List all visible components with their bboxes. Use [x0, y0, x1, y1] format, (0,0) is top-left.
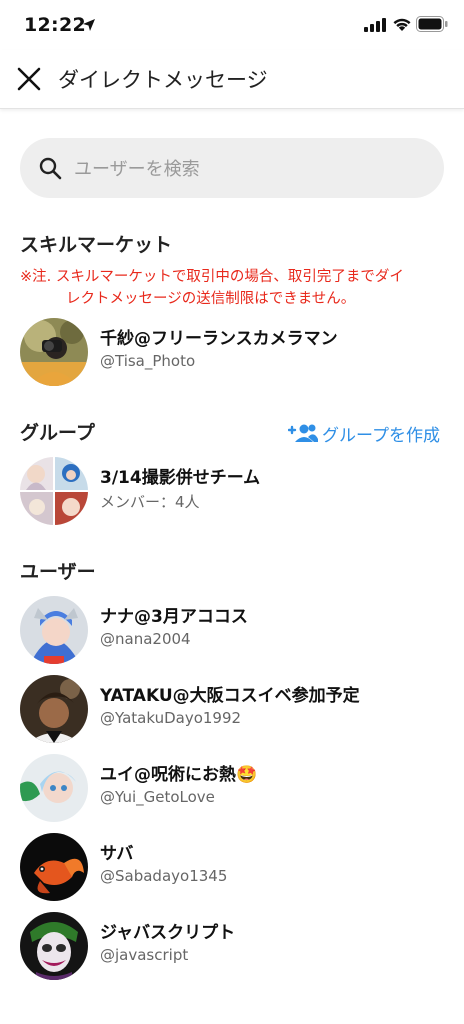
- notice-line-2: レクトメッセージの送信制限はできません。: [66, 291, 356, 307]
- page-title: ダイレクトメッセージ: [58, 68, 268, 92]
- user-name: ユイ@呪術にお熱🤩: [100, 765, 258, 785]
- user-item[interactable]: ユイ@呪術にお熱🤩 @Yui_GetoLove: [0, 750, 464, 828]
- header: ダイレクトメッセージ: [0, 50, 464, 109]
- user-item[interactable]: YATAKU@大阪コスイベ参加予定 @YatakuDayo1992: [0, 671, 464, 749]
- user-handle: @javascript: [100, 946, 189, 964]
- user-item[interactable]: サバ @Sabadayo1345: [0, 829, 464, 907]
- contact-name: 千紗@フリーランスカメラマン: [100, 329, 338, 349]
- close-icon[interactable]: [14, 64, 44, 94]
- avatar: [20, 318, 88, 386]
- group-name: 3/14撮影併せチーム: [100, 468, 261, 488]
- search-icon: [39, 157, 62, 180]
- wifi-icon: [393, 18, 411, 31]
- avatar: [20, 754, 88, 822]
- status-time: 12:22: [24, 14, 86, 36]
- battery-icon: [416, 16, 448, 32]
- add-group-icon: [288, 424, 318, 442]
- cellular-signal-icon: [364, 18, 386, 32]
- avatar: [20, 912, 88, 980]
- group-item[interactable]: 3/14撮影併せチーム メンバー：4人: [0, 453, 464, 531]
- create-group-button[interactable]: グループを作成: [288, 420, 440, 446]
- notice-line-1: ※注. スキルマーケットで取引中の場合、取引完了までダイ: [20, 269, 404, 285]
- avatar: [20, 675, 88, 743]
- user-name: YATAKU@大阪コスイベ参加予定: [100, 686, 360, 706]
- contact-handle: @Tisa_Photo: [100, 352, 196, 370]
- user-item[interactable]: ナナ@3月アココス @nana2004: [0, 592, 464, 670]
- group-avatar: [20, 457, 88, 525]
- user-handle: @Sabadayo1345: [100, 867, 228, 885]
- user-handle: @YatakuDayo1992: [100, 709, 242, 727]
- contact-item-skill-market[interactable]: 千紗@フリーランスカメラマン @Tisa_Photo: [0, 314, 464, 392]
- create-group-label: グループを作成: [322, 425, 440, 446]
- search-input[interactable]: [72, 150, 436, 188]
- skill-market-notice: ※注. スキルマーケットで取引中の場合、取引完了までダイ レクトメッセージの送信…: [20, 266, 450, 310]
- section-title-users: ユーザー: [20, 561, 96, 583]
- user-handle: @nana2004: [100, 630, 191, 648]
- avatar: [20, 833, 88, 901]
- user-handle: @Yui_GetoLove: [100, 788, 215, 806]
- section-title-groups: グループ: [20, 422, 95, 444]
- user-item[interactable]: ジャバスクリプト @javascript: [0, 908, 464, 986]
- status-bar: 12:22: [0, 0, 464, 50]
- group-members: メンバー：4人: [100, 493, 200, 511]
- section-title-skill-market: スキルマーケット: [20, 234, 173, 256]
- user-name: サバ: [100, 844, 134, 864]
- avatar: [20, 596, 88, 664]
- user-name: ジャバスクリプト: [100, 923, 236, 943]
- user-name: ナナ@3月アココス: [100, 607, 248, 627]
- location-arrow-icon: [83, 19, 95, 31]
- search-bar[interactable]: [20, 138, 444, 198]
